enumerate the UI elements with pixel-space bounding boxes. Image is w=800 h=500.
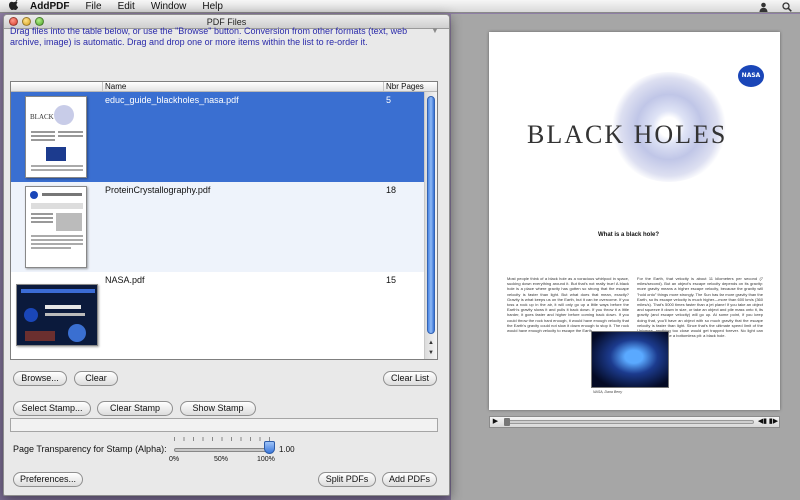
clear-list-button[interactable]: Clear List	[383, 371, 437, 386]
next-page-icon[interactable]: ▮▶	[768, 417, 779, 427]
alpha-value: 1.00	[279, 445, 295, 454]
apple-icon[interactable]	[6, 0, 20, 13]
table-scrollbar[interactable]: ▲ ▼	[424, 92, 437, 359]
page-count: 5	[386, 95, 392, 105]
play-icon[interactable]: ▶	[490, 417, 501, 427]
pdf-thumbnail	[11, 272, 103, 359]
minimize-window-icon[interactable]	[22, 17, 31, 26]
stamp-image-well[interactable]	[10, 418, 438, 432]
add-pdfs-button[interactable]: Add PDFs	[382, 472, 437, 487]
black-hole-image	[591, 331, 669, 388]
page-heading: What is a black hole?	[598, 232, 660, 238]
previous-page-icon[interactable]: ◀▮	[757, 417, 768, 427]
slider-ticks	[174, 437, 270, 441]
menu-file[interactable]: File	[77, 0, 109, 13]
preferences-button[interactable]: Preferences...	[13, 472, 83, 487]
pdf-thumbnail	[11, 182, 103, 272]
table-row[interactable]: NASA.pdf 15	[11, 272, 424, 359]
thumbnail-column-header	[11, 82, 103, 91]
page-column-right: For the Earth, that velocity is about 11…	[637, 276, 763, 339]
table-row[interactable]: ProteinCrystallography.pdf 18	[11, 182, 424, 272]
menu-app-name[interactable]: AddPDF	[20, 0, 77, 13]
nasa-logo: NASA	[738, 65, 764, 87]
show-stamp-button[interactable]: Show Stamp	[180, 401, 256, 416]
tick-label-100: 100%	[257, 456, 275, 463]
spotlight-search-icon[interactable]	[782, 1, 792, 12]
name-column-header[interactable]: Name	[103, 82, 384, 91]
pdf-thumbnail: BLACK	[11, 92, 103, 182]
file-name: ProteinCrystallography.pdf	[105, 185, 211, 195]
zoom-window-icon[interactable]	[35, 17, 44, 26]
close-window-icon[interactable]	[9, 17, 18, 26]
pdf-page-preview: NASA BLACK HOLES What is a black hole? M…	[489, 32, 780, 410]
select-stamp-button[interactable]: Select Stamp...	[13, 401, 91, 416]
alpha-slider-knob[interactable]	[264, 441, 275, 454]
page-column-left: Most people think of a black hole as a v…	[507, 276, 629, 334]
preview-scrubber[interactable]	[504, 418, 754, 426]
preview-controls: ▶ ◀▮ ▮▶	[489, 416, 780, 428]
tick-label-0: 0%	[169, 456, 180, 463]
clear-stamp-button[interactable]: Clear Stamp	[97, 401, 173, 416]
table-header: Name Nbr Pages	[11, 82, 437, 92]
table-row[interactable]: BLACK educ_guide_blackholes_nasa.pdf 5	[11, 92, 424, 182]
menu-window[interactable]: Window	[143, 0, 195, 13]
menu-edit[interactable]: Edit	[110, 0, 143, 13]
scroll-thumb[interactable]	[427, 96, 435, 334]
alpha-label: Page Transparency for Stamp (Alpha):	[13, 444, 167, 454]
scroll-up-icon[interactable]: ▲	[425, 338, 437, 348]
pdf-file-table[interactable]: Name Nbr Pages BLACK educ_guide_blackhol…	[10, 81, 438, 360]
svg-text:BLACK: BLACK	[30, 113, 54, 121]
tick-label-50: 50%	[214, 456, 229, 463]
page-count: 18	[386, 185, 397, 195]
browse-button[interactable]: Browse...	[13, 371, 67, 386]
scroll-down-icon[interactable]: ▼	[425, 348, 437, 358]
file-name: educ_guide_blackholes_nasa.pdf	[105, 95, 239, 105]
instructions-text: Drag files into the table below, or use …	[10, 26, 408, 47]
file-name: NASA.pdf	[105, 275, 145, 285]
page-count: 15	[386, 275, 397, 285]
image-caption: NASA, Dana Berry	[593, 390, 623, 394]
alpha-slider-track[interactable]	[174, 448, 270, 452]
menu-help[interactable]: Help	[194, 0, 231, 13]
clear-button[interactable]: Clear	[74, 371, 118, 386]
pages-column-header[interactable]: Nbr Pages	[384, 82, 424, 91]
menu-bar: AddPDF File Edit Window Help	[0, 0, 800, 13]
user-icon[interactable]	[758, 2, 768, 12]
disclosure-triangle-icon[interactable]: ▼	[431, 26, 439, 35]
split-pdfs-button[interactable]: Split PDFs	[318, 472, 376, 487]
page-title: BLACK HOLES	[527, 120, 728, 149]
